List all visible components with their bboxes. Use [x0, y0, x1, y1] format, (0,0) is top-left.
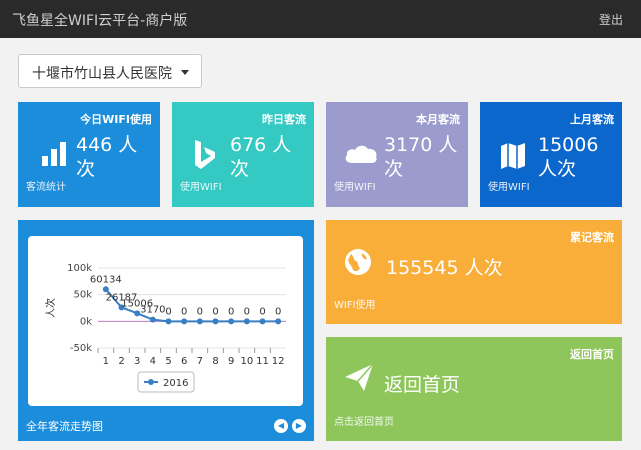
- data-point: [165, 318, 172, 325]
- map-icon: [501, 143, 525, 169]
- data-point: [212, 318, 219, 325]
- bing-icon: [195, 140, 215, 169]
- tile-sub: 使用WIFI: [334, 182, 376, 193]
- paper-plane-icon: [345, 363, 374, 391]
- tile-sub: WIFI使用: [334, 300, 376, 311]
- tile-title: 返回首页: [570, 348, 614, 361]
- annual-traffic-chart: 100k50k0k-50k人次1 2 3 4 5 6 7 8 9 10 11 126013426187…: [44, 263, 286, 393]
- data-label: 0: [275, 306, 281, 317]
- y-tick-label: 0k: [80, 316, 92, 327]
- x-tick-label: 8: [212, 356, 218, 367]
- data-label: 60134: [90, 274, 122, 285]
- tile-title: 昨日客流: [262, 113, 306, 126]
- data-label: 0: [181, 306, 187, 317]
- x-tick-label: 9: [228, 356, 234, 367]
- data-label: 0: [259, 306, 265, 317]
- x-tick-label: 6: [181, 356, 187, 367]
- cloud-icon: [345, 145, 377, 163]
- chart-card: 100k 50k 0k -50k 人次 1 2 3 4 5 6 7 8 9 10 11 12 60134 26187…: [28, 236, 303, 406]
- tile-sub: 客流统计: [26, 182, 66, 193]
- data-label: 0: [197, 306, 203, 317]
- bar-chart-icon: [42, 142, 66, 166]
- location-dropdown-value: 十堰市竹山县人民医院: [32, 66, 172, 82]
- x-tick-label: 10: [240, 356, 253, 367]
- tile-value: 155545 人次: [386, 257, 503, 279]
- tile-value: 3170 人次: [384, 134, 458, 180]
- tile-value: 15006 人次: [538, 134, 599, 180]
- tile-sub: 使用WIFI: [180, 182, 222, 193]
- y-tick-label: 100k: [67, 263, 92, 274]
- caret-down-icon: [181, 70, 189, 75]
- x-tick-label: 7: [197, 356, 203, 367]
- data-label: 3170: [140, 305, 165, 316]
- data-label: 0: [212, 306, 218, 317]
- annual-traffic-panel: 100k 50k 0k -50k 人次 1 2 3 4 5 6 7 8 9 10 11 12 60134 26187…: [18, 220, 314, 441]
- globe-icon: [345, 249, 371, 275]
- tile-sub: 点击返回首页: [334, 417, 394, 428]
- location-dropdown[interactable]: 十堰市竹山县人民医院: [18, 54, 202, 88]
- data-point: [243, 318, 250, 325]
- y-tick-label: -50k: [70, 343, 92, 354]
- next-arrow-icon[interactable]: ▶: [292, 419, 306, 433]
- x-tick-label: 3: [134, 356, 140, 367]
- tile-title: 累记客流: [570, 231, 614, 244]
- tile-month-traffic[interactable]: 本月客流 3170 人次 使用WIFI: [326, 102, 468, 207]
- y-tick-label: 50k: [73, 290, 92, 301]
- chart-panel-footer: 全年客流走势图: [26, 420, 103, 433]
- logout-link[interactable]: 登出: [599, 11, 623, 28]
- data-point: [102, 286, 109, 293]
- x-tick-label: 5: [165, 356, 171, 367]
- tile-title: 今日WIFI使用: [80, 113, 152, 126]
- data-point: [259, 318, 266, 325]
- x-tick-label: 1: [103, 356, 109, 367]
- data-label: 0: [165, 306, 171, 317]
- tile-sub: 使用WIFI: [488, 182, 530, 193]
- top-navbar: 飞鱼星全WIFI云平台-商户版 登出: [0, 0, 641, 38]
- data-point: [228, 318, 235, 325]
- data-label: 0: [244, 306, 250, 317]
- x-tick-label: 11: [256, 356, 269, 367]
- data-point: [196, 318, 203, 325]
- data-label: 0: [228, 306, 234, 317]
- tile-total-traffic[interactable]: 累记客流 155545 人次 WIFI使用: [326, 220, 622, 324]
- tile-last-month-traffic[interactable]: 上月客流 15006 人次 使用WIFI: [480, 102, 622, 207]
- x-tick-label: 2: [118, 356, 124, 367]
- tile-today-wifi[interactable]: 今日WIFI使用 446 人次 客流统计: [18, 102, 160, 207]
- y-axis-label: 人次: [44, 298, 57, 318]
- data-point: [275, 318, 282, 325]
- tile-title: 上月客流: [570, 113, 614, 126]
- app-title: 飞鱼星全WIFI云平台-商户版: [12, 13, 188, 29]
- tile-yesterday-traffic[interactable]: 昨日客流 676 人次 使用WIFI: [172, 102, 314, 207]
- prev-arrow-icon[interactable]: ◀: [274, 419, 288, 433]
- x-tick-label: 4: [150, 356, 156, 367]
- tile-value: 返回首页: [384, 374, 461, 396]
- data-point: [181, 318, 188, 325]
- x-tick-label: 12: [272, 356, 285, 367]
- legend-label: 2016: [163, 378, 188, 389]
- tile-title: 本月客流: [416, 113, 460, 126]
- data-point: [149, 316, 156, 323]
- tile-value: 446 人次: [76, 134, 138, 180]
- tile-back-home[interactable]: 返回首页 返回首页 点击返回首页: [326, 337, 622, 441]
- legend-marker: [148, 379, 154, 385]
- tile-value: 676 人次: [230, 134, 292, 180]
